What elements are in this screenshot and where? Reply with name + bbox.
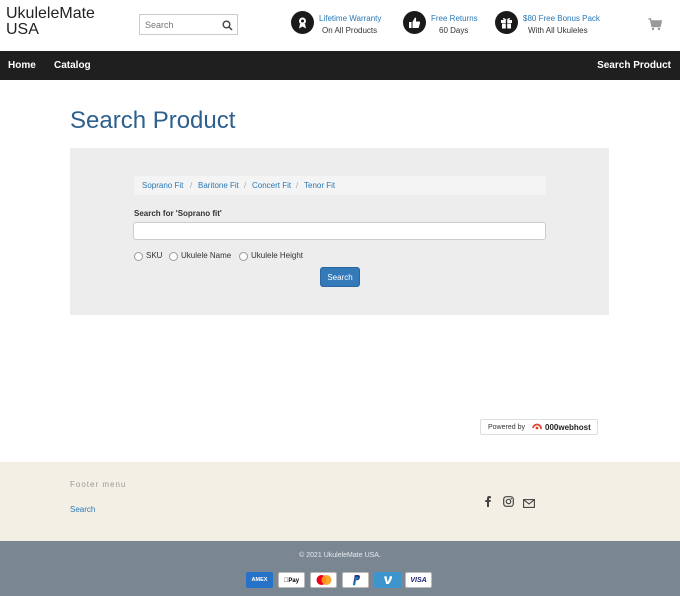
- perk-returns: Free Returns 60 Days: [403, 11, 483, 39]
- perk-title: Lifetime Warranty: [319, 14, 382, 23]
- footer: [0, 462, 680, 541]
- mastercard-icon: [310, 572, 337, 588]
- radio-button[interactable]: [134, 252, 143, 261]
- thumbs-up-icon: [403, 11, 426, 34]
- main-nav: Home Catalog Search Product: [0, 51, 680, 80]
- webhost-logo-icon: [532, 423, 543, 435]
- header-search-input[interactable]: [140, 15, 220, 35]
- perk-title: Free Returns: [431, 14, 478, 23]
- breadcrumb-separator: /: [244, 181, 247, 190]
- search-button[interactable]: Search: [320, 267, 360, 287]
- radio-label: Ukulele Height: [251, 251, 304, 260]
- visa-icon: VISA: [405, 572, 432, 588]
- radio-label: SKU: [146, 251, 163, 260]
- email-icon[interactable]: [523, 495, 535, 513]
- facebook-icon[interactable]: [485, 494, 491, 512]
- page-title: Search Product: [70, 107, 236, 134]
- instagram-icon[interactable]: [503, 494, 514, 512]
- amex-icon: AMEX: [246, 572, 273, 588]
- nav-item-catalog[interactable]: Catalog: [54, 60, 91, 71]
- search-label: Search for 'Soprano fit': [134, 209, 222, 218]
- breadcrumb-tenor-fit[interactable]: Tenor Fit: [304, 181, 335, 190]
- powered-by-label: Powered by: [488, 424, 525, 431]
- powered-by-badge[interactable]: Powered by 000webhost: [480, 419, 598, 435]
- award-icon: [291, 11, 314, 34]
- webhost-name: 000webhost: [545, 423, 591, 432]
- breadcrumb-separator: /: [190, 181, 193, 190]
- product-search-input[interactable]: [133, 222, 546, 240]
- cart-icon[interactable]: [648, 18, 663, 36]
- bottom-bar: [0, 541, 680, 596]
- perk-subtitle: With All Ukuleles: [528, 26, 588, 35]
- venmo-icon: [374, 572, 401, 588]
- breadcrumb-concert-fit[interactable]: Concert Fit: [252, 181, 291, 190]
- perk-title: $80 Free Bonus Pack: [523, 14, 600, 23]
- nav-item-home[interactable]: Home: [8, 60, 36, 71]
- perk-subtitle: 60 Days: [439, 26, 469, 35]
- paypal-icon: [342, 572, 369, 588]
- breadcrumb-soprano-fit[interactable]: Soprano Fit: [142, 181, 183, 190]
- breadcrumb: Soprano Fit / Baritone Fit / Concert Fit…: [134, 176, 546, 195]
- breadcrumb-baritone-fit[interactable]: Baritone Fit: [198, 181, 239, 190]
- perk-subtitle: On All Products: [322, 26, 378, 35]
- apple-pay-icon: Pay: [278, 572, 305, 588]
- radio-label: Ukulele Name: [181, 251, 232, 260]
- header-search: [139, 14, 238, 35]
- radio-button[interactable]: [169, 252, 178, 261]
- radio-button[interactable]: [239, 252, 248, 261]
- search-icon[interactable]: [222, 18, 233, 36]
- copyright: © 2021 UkuleleMate USA.: [299, 552, 381, 559]
- brand-logo[interactable]: UkuleleMate USA: [6, 6, 116, 38]
- nav-item-search-product[interactable]: Search Product: [597, 60, 671, 71]
- footer-menu-title: Footer menu: [70, 480, 127, 489]
- perk-bonus: $80 Free Bonus Pack With All Ukuleles: [495, 11, 605, 39]
- footer-link-search[interactable]: Search: [70, 505, 95, 514]
- breadcrumb-separator: /: [296, 181, 299, 190]
- perk-warranty: Lifetime Warranty On All Products: [291, 11, 391, 39]
- gift-icon: [495, 11, 518, 34]
